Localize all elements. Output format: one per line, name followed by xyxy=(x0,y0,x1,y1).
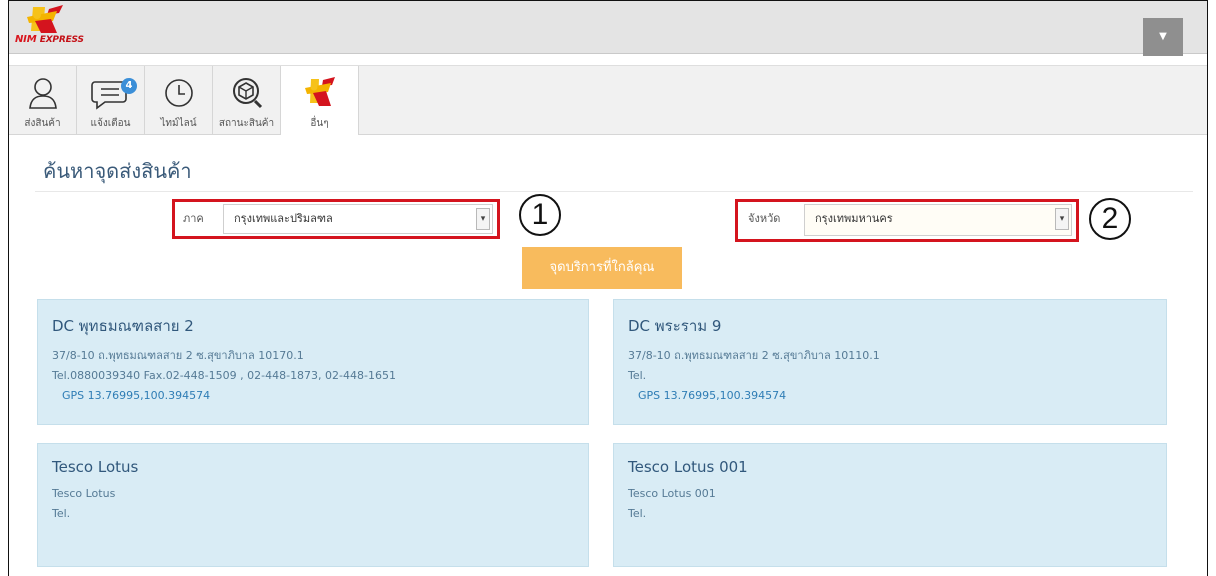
tab-send-parcel[interactable]: ส่งสินค้า xyxy=(9,66,77,134)
region-selected-value: กรุงเทพและปริมลฑล xyxy=(234,212,333,225)
tab-parcel-status[interactable]: สถานะสินค้า xyxy=(213,66,281,134)
page-title: ค้นหาจุดส่งสินค้า xyxy=(43,159,192,183)
tab-label: ไทม์ไลน์ xyxy=(160,118,197,129)
nim-logo-icon xyxy=(304,77,335,106)
app-frame: NIM EXPRESS ▼ ส่งสินค้า 4 แจ้งเตือน ไทม์… xyxy=(8,0,1208,576)
tab-more[interactable]: อื่นๆ xyxy=(281,66,359,135)
province-filter-highlight: จังหวัด กรุงเทพมหานคร ▾ xyxy=(735,199,1079,242)
tab-label: แจ้งเตือน xyxy=(90,118,131,129)
tab-label: ส่งสินค้า xyxy=(24,118,61,129)
location-tel: Tel. xyxy=(52,507,71,520)
province-selected-value: กรุงเทพมหานคร xyxy=(815,212,893,225)
location-address: Tesco Lotus 001 xyxy=(628,487,716,500)
location-address: 37/8-10 ถ.พุทธมณฑลสาย 2 ซ.สุขาภิบาล 1017… xyxy=(52,349,304,362)
chevron-down-icon[interactable]: ▾ xyxy=(476,208,490,230)
region-filter-highlight: ภาค กรุงเทพและปริมลฑล ▾ xyxy=(172,199,500,239)
top-bar: NIM EXPRESS ▼ xyxy=(9,1,1207,56)
region-label: ภาค xyxy=(183,212,204,225)
location-name: Tesco Lotus xyxy=(52,458,139,476)
location-tel: Tel. xyxy=(628,507,647,520)
location-address: 37/8-10 ถ.พุทธมณฑลสาย 2 ซ.สุขาภิบาล 1011… xyxy=(628,349,880,362)
caret-down-icon: ▼ xyxy=(1159,31,1167,42)
nim-express-logo[interactable]: NIM EXPRESS xyxy=(13,5,113,47)
nim-logo-icon xyxy=(27,5,63,33)
tab-label: อื่นๆ xyxy=(310,118,329,129)
location-name: Tesco Lotus 001 xyxy=(628,458,748,476)
location-gps[interactable]: GPS 13.76995,100.394574 xyxy=(628,386,1152,406)
province-select[interactable]: กรุงเทพมหานคร ▾ xyxy=(804,204,1072,236)
region-select[interactable]: กรุงเทพและปริมลฑล ▾ xyxy=(223,204,493,234)
location-card[interactable]: DC พระราม 9 37/8-10 ถ.พุทธมณฑลสาย 2 ซ.สุ… xyxy=(613,299,1167,425)
location-name: DC พุทธมณฑลสาย 2 xyxy=(52,317,194,335)
logo-wordmark: NIM EXPRESS xyxy=(15,34,84,45)
tab-label: สถานะสินค้า xyxy=(218,118,275,129)
tab-bar: ส่งสินค้า 4 แจ้งเตือน ไทม์ไลน์ สถานะสินค… xyxy=(9,65,1207,135)
find-nearby-service-button[interactable]: จุดบริการที่ใกล้คุณ xyxy=(522,247,682,289)
province-label: จังหวัด xyxy=(748,212,781,225)
dropdown-menu-button[interactable]: ▼ xyxy=(1143,18,1183,56)
tab-timeline[interactable]: ไทม์ไลน์ xyxy=(145,66,213,134)
callout-number-2: 2 xyxy=(1089,198,1131,240)
location-address: Tesco Lotus xyxy=(52,487,116,500)
location-tel: Tel. xyxy=(628,369,647,382)
package-search-icon xyxy=(232,78,262,109)
tab-notifications[interactable]: 4 แจ้งเตือน xyxy=(77,66,145,134)
clock-icon xyxy=(164,79,193,107)
logo-text-express: EXPRESS xyxy=(39,35,84,45)
location-card[interactable]: Tesco Lotus Tesco Lotus Tel. xyxy=(37,443,589,567)
callout-number-1: 1 xyxy=(519,194,561,236)
location-tel: Tel.0880039340 Fax.02-448-1509 , 02-448-… xyxy=(52,369,396,382)
chevron-down-icon[interactable]: ▾ xyxy=(1055,208,1069,230)
location-name: DC พระราม 9 xyxy=(628,317,722,335)
logo-text-nim: NIM xyxy=(15,34,37,45)
title-divider xyxy=(35,191,1193,192)
notification-count-badge: 4 xyxy=(121,78,137,94)
location-gps[interactable]: GPS 13.76995,100.394574 xyxy=(52,386,574,406)
location-card[interactable]: Tesco Lotus 001 Tesco Lotus 001 Tel. xyxy=(613,443,1167,567)
location-card[interactable]: DC พุทธมณฑลสาย 2 37/8-10 ถ.พุทธมณฑลสาย 2… xyxy=(37,299,589,425)
user-icon xyxy=(28,78,57,109)
